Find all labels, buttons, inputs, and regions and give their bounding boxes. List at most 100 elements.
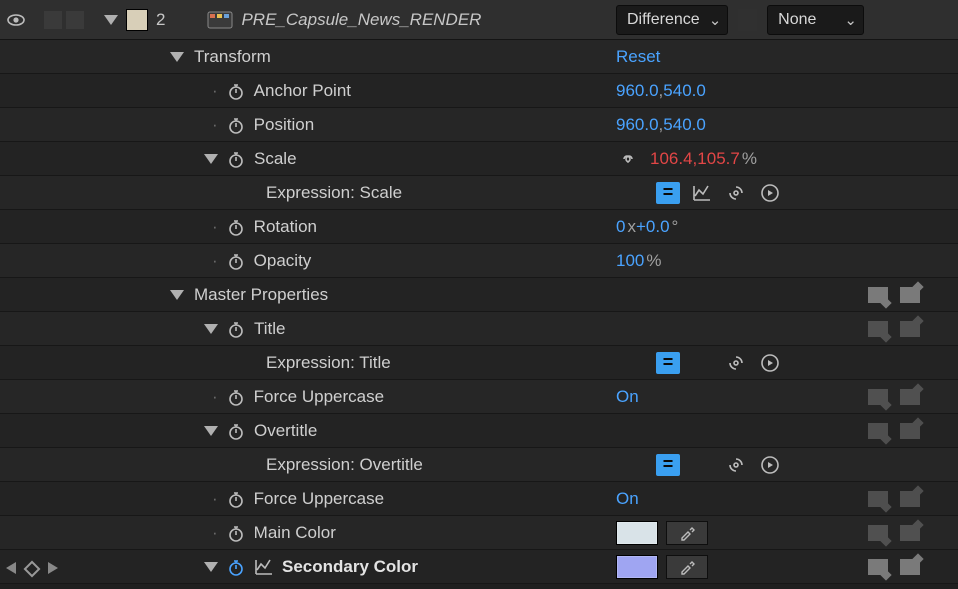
stopwatch-icon[interactable] bbox=[226, 217, 246, 237]
expression-enable-toggle[interactable] bbox=[656, 454, 680, 476]
property-label: Title bbox=[254, 319, 286, 339]
next-keyframe-button[interactable] bbox=[48, 559, 58, 579]
twirl-down-icon[interactable] bbox=[204, 426, 218, 436]
twirl-down-icon[interactable] bbox=[204, 324, 218, 334]
main-color-swatch[interactable] bbox=[616, 521, 658, 545]
property-label: Force Uppercase bbox=[254, 387, 384, 407]
pull-master-icon[interactable] bbox=[868, 287, 888, 303]
force-uppercase-value[interactable]: On bbox=[616, 489, 639, 509]
pick-whip-icon[interactable] bbox=[724, 454, 748, 476]
secondary-color-row: Secondary Color bbox=[0, 550, 958, 584]
expression-enable-toggle[interactable] bbox=[656, 352, 680, 374]
anchor-y-value[interactable]: 540.0 bbox=[663, 81, 706, 101]
secondary-color-swatch[interactable] bbox=[616, 555, 658, 579]
push-master-icon[interactable] bbox=[900, 287, 920, 303]
opacity-value[interactable]: 100 bbox=[616, 251, 644, 271]
pull-master-icon[interactable] bbox=[868, 321, 888, 337]
twirl-down-icon[interactable] bbox=[170, 290, 184, 300]
add-keyframe-dot[interactable]: · bbox=[212, 387, 218, 407]
anchor-x-value[interactable]: 960.0 bbox=[616, 81, 659, 101]
add-keyframe-dot[interactable]: · bbox=[212, 217, 218, 237]
push-master-icon[interactable] bbox=[900, 525, 920, 541]
stopwatch-icon[interactable] bbox=[226, 387, 246, 407]
constrain-link-icon[interactable] bbox=[616, 152, 640, 166]
position-y-value[interactable]: 540.0 bbox=[663, 115, 706, 135]
blend-mode-dropdown[interactable]: Difference ⌄ bbox=[616, 5, 728, 35]
position-x-value[interactable]: 960.0 bbox=[616, 115, 659, 135]
pull-master-icon[interactable] bbox=[868, 559, 888, 575]
stopwatch-icon[interactable] bbox=[226, 81, 246, 101]
stopwatch-icon[interactable] bbox=[226, 523, 246, 543]
stopwatch-icon[interactable] bbox=[226, 421, 246, 441]
stopwatch-icon[interactable] bbox=[226, 115, 246, 135]
force-uppercase-value[interactable]: On bbox=[616, 387, 639, 407]
track-matte-dropdown[interactable]: None ⌄ bbox=[767, 5, 864, 35]
main-color-row: · Main Color bbox=[0, 516, 958, 550]
label-color-swatch[interactable] bbox=[126, 9, 148, 31]
twirl-down-icon[interactable] bbox=[204, 562, 218, 572]
transform-label: Transform bbox=[194, 47, 271, 67]
eyedropper-button[interactable] bbox=[666, 521, 708, 545]
rotation-row: · Rotation 0x+0.0° bbox=[0, 210, 958, 244]
solo-toggle[interactable] bbox=[44, 11, 62, 29]
overtitle-expression-row: Expression: Overtitle bbox=[0, 448, 958, 482]
eyedropper-button[interactable] bbox=[666, 555, 708, 579]
expression-menu-icon[interactable] bbox=[758, 352, 782, 374]
add-keyframe-dot[interactable]: · bbox=[212, 523, 218, 543]
property-label: Anchor Point bbox=[254, 81, 351, 101]
twirl-down-icon[interactable] bbox=[170, 52, 184, 62]
push-master-icon[interactable] bbox=[900, 491, 920, 507]
expression-menu-icon[interactable] bbox=[758, 182, 782, 204]
push-master-icon[interactable] bbox=[900, 321, 920, 337]
stopwatch-icon[interactable] bbox=[226, 149, 246, 169]
layer-index: 2 bbox=[148, 10, 183, 30]
stopwatch-icon[interactable] bbox=[226, 319, 246, 339]
scale-unit: % bbox=[742, 149, 757, 169]
pull-master-icon[interactable] bbox=[868, 525, 888, 541]
expression-enable-toggle[interactable] bbox=[656, 182, 680, 204]
push-master-icon[interactable] bbox=[900, 389, 920, 405]
twirl-down-icon[interactable] bbox=[104, 15, 118, 25]
preserve-transparency-toggle[interactable] bbox=[738, 9, 757, 31]
master-properties-group-row: Master Properties bbox=[0, 278, 958, 312]
transform-group-row: Transform Reset bbox=[0, 40, 958, 74]
add-keyframe-dot[interactable]: · bbox=[212, 81, 218, 101]
pull-master-icon[interactable] bbox=[868, 389, 888, 405]
layer-name[interactable]: PRE_Capsule_News_RENDER bbox=[233, 10, 616, 30]
stopwatch-icon[interactable] bbox=[226, 557, 246, 577]
scale-expression-row: Expression: Scale bbox=[0, 176, 958, 210]
scale-y-value[interactable]: 105.7 bbox=[697, 149, 740, 169]
track-matte-value: None bbox=[778, 11, 816, 29]
lock-toggle[interactable] bbox=[66, 11, 84, 29]
add-keyframe-dot[interactable]: · bbox=[212, 251, 218, 271]
graph-icon[interactable] bbox=[690, 182, 714, 204]
position-row: · Position 960.0,540.0 bbox=[0, 108, 958, 142]
property-label: Overtitle bbox=[254, 421, 317, 441]
pick-whip-icon[interactable] bbox=[724, 182, 748, 204]
pull-master-icon[interactable] bbox=[868, 423, 888, 439]
property-label: Main Color bbox=[254, 523, 336, 543]
push-master-icon[interactable] bbox=[900, 423, 920, 439]
expression-menu-icon[interactable] bbox=[758, 454, 782, 476]
add-keyframe-dot[interactable]: · bbox=[212, 115, 218, 135]
rotation-turns[interactable]: 0 bbox=[616, 217, 625, 237]
pull-master-icon[interactable] bbox=[868, 491, 888, 507]
scale-x-value[interactable]: 106.4 bbox=[650, 149, 693, 169]
add-keyframe-button[interactable] bbox=[24, 561, 41, 578]
force-uppercase-row: · Force Uppercase On bbox=[0, 380, 958, 414]
twirl-down-icon[interactable] bbox=[204, 154, 218, 164]
expression-label: Expression: Scale bbox=[266, 183, 402, 203]
stopwatch-icon[interactable] bbox=[226, 489, 246, 509]
push-master-icon[interactable] bbox=[900, 559, 920, 575]
chevron-down-icon: ⌄ bbox=[709, 11, 722, 29]
pick-whip-icon[interactable] bbox=[724, 352, 748, 374]
visibility-eye-icon[interactable] bbox=[6, 13, 26, 27]
reset-button[interactable]: Reset bbox=[616, 47, 660, 67]
graph-icon[interactable] bbox=[252, 556, 276, 578]
rotation-degrees[interactable]: +0.0 bbox=[636, 217, 670, 237]
overtitle-row: Overtitle bbox=[0, 414, 958, 448]
add-keyframe-dot[interactable]: · bbox=[212, 489, 218, 509]
property-label: Rotation bbox=[254, 217, 317, 237]
prev-keyframe-button[interactable] bbox=[6, 559, 16, 579]
stopwatch-icon[interactable] bbox=[226, 251, 246, 271]
